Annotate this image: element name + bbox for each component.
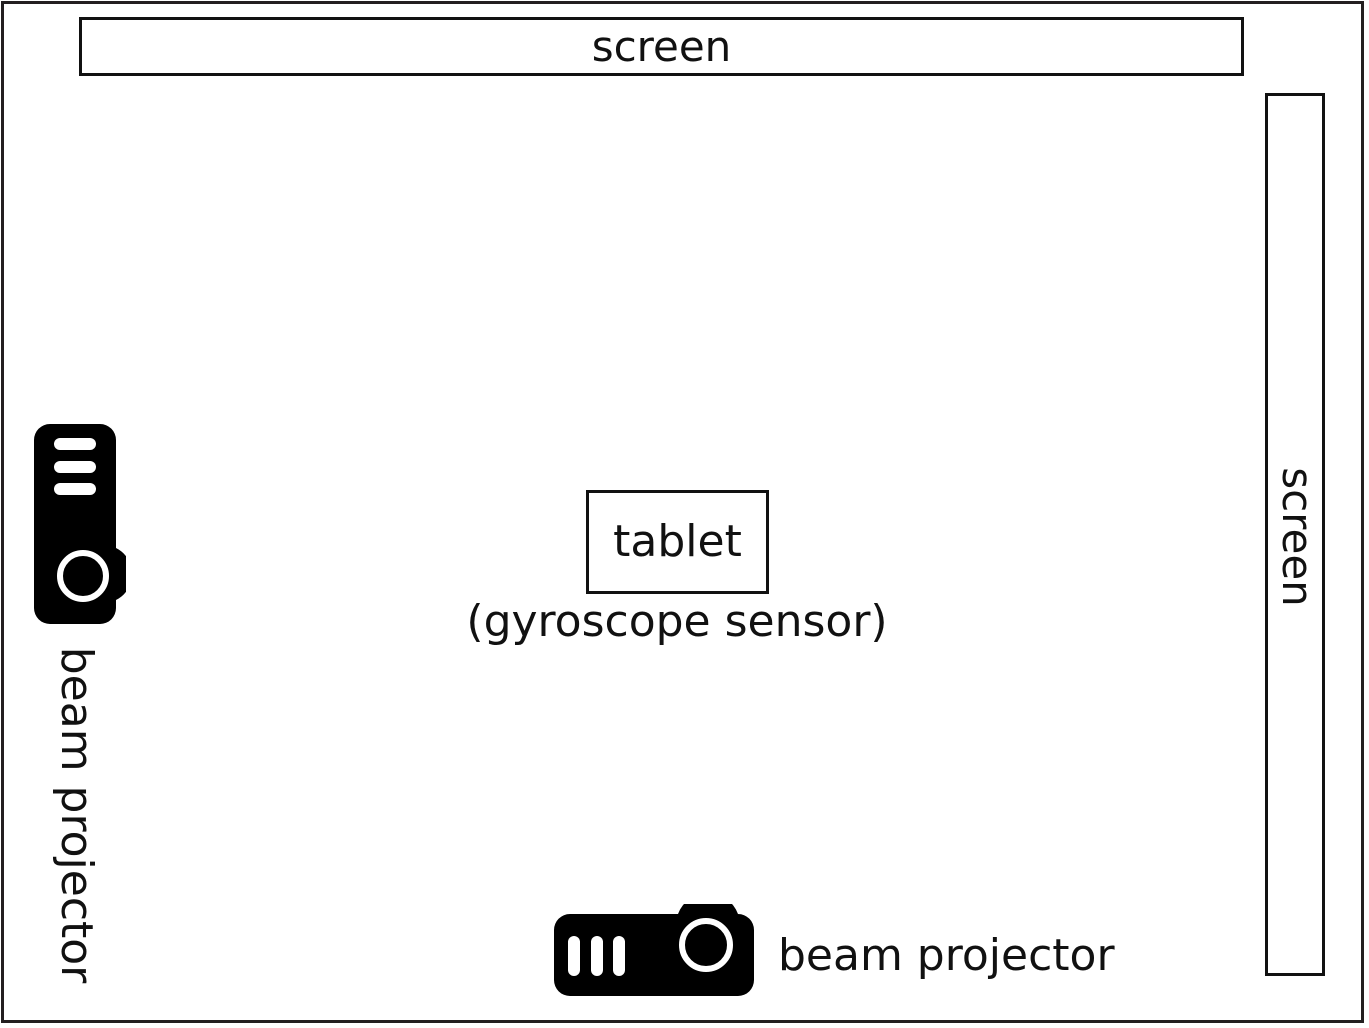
projector-left-icon xyxy=(34,424,126,624)
tablet-box: tablet xyxy=(586,490,769,594)
projector-bottom-icon xyxy=(554,904,754,996)
screen-top: screen xyxy=(79,17,1244,76)
screen-top-label: screen xyxy=(591,21,732,71)
tablet-sublabel: (gyroscope sensor) xyxy=(466,596,888,647)
screen-right-label: screen xyxy=(1273,467,1322,607)
projector-bottom-label: beam projector xyxy=(778,930,1115,981)
projector-left-label: beam projector xyxy=(51,646,102,984)
tablet-label: tablet xyxy=(613,516,742,567)
